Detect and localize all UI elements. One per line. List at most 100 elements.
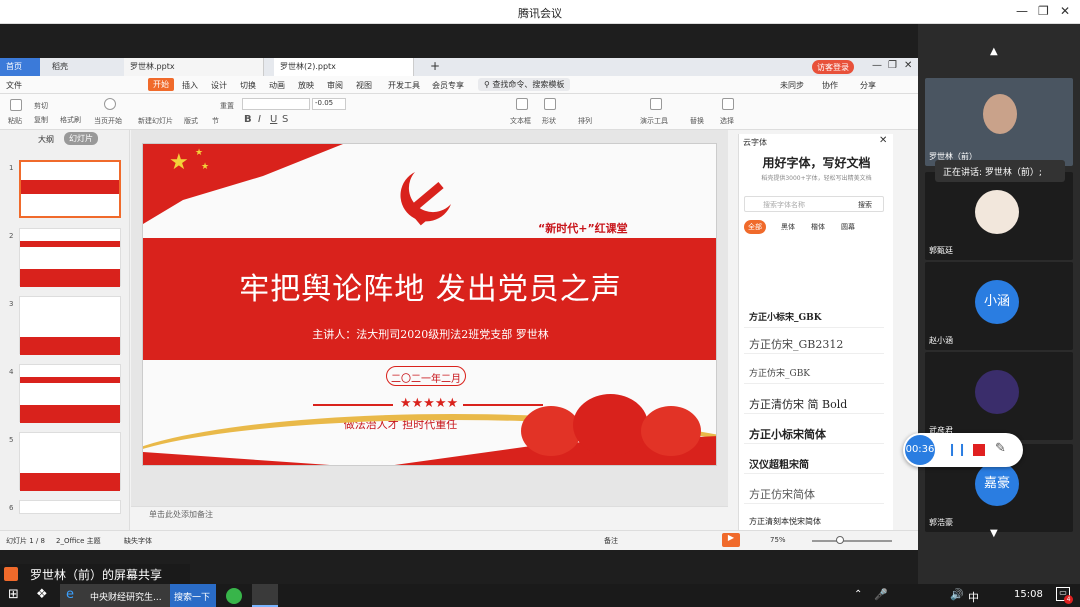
- taskbar-search[interactable]: 搜索一下: [170, 584, 216, 607]
- layout-button[interactable]: 版式: [184, 116, 198, 126]
- font-search-button[interactable]: 搜索: [858, 200, 872, 210]
- participant-tile[interactable]: 郭甄廷: [925, 172, 1073, 260]
- task-view-icon[interactable]: ❖: [36, 587, 48, 602]
- scroll-up-icon[interactable]: ▲: [990, 46, 998, 57]
- underline-icon[interactable]: U: [270, 114, 277, 125]
- font-item[interactable]: 方正仿宋_GBK: [744, 360, 884, 384]
- slide-thumbnail-2[interactable]: [19, 228, 121, 287]
- ime-indicator[interactable]: 中: [968, 589, 979, 605]
- tab-slides[interactable]: 幻灯片: [64, 132, 98, 145]
- wps-restore-icon[interactable]: ❐: [888, 60, 897, 71]
- slide-thumbnail-6[interactable]: [19, 500, 121, 514]
- menu-member[interactable]: 会员专享: [432, 80, 464, 91]
- file-menu[interactable]: 文件: [6, 80, 22, 91]
- bold-icon[interactable]: B: [244, 114, 252, 125]
- account-button[interactable]: 访客登录: [812, 60, 854, 74]
- stop-icon[interactable]: [973, 444, 985, 456]
- windows-start-icon[interactable]: ⊞: [8, 587, 19, 602]
- notes-toggle[interactable]: 备注: [604, 536, 618, 546]
- new-tab-icon[interactable]: +: [426, 58, 444, 76]
- font-search-input[interactable]: 搜索字体名称: [763, 200, 805, 210]
- volume-icon[interactable]: 🔊: [950, 588, 964, 601]
- font-panel-close-icon[interactable]: ✕: [879, 135, 887, 146]
- title-bar: 腾讯会议 — ❐ ✕: [0, 0, 1080, 24]
- filter-all[interactable]: 全部: [744, 220, 766, 234]
- scroll-down-icon[interactable]: ▼: [990, 528, 998, 539]
- shape-icon[interactable]: [544, 98, 556, 110]
- reset-button[interactable]: 重置: [220, 101, 234, 111]
- font-item[interactable]: 方正仿宋简体: [744, 480, 884, 504]
- restore-icon[interactable]: ❐: [1038, 4, 1049, 18]
- menu-view[interactable]: 视图: [356, 80, 372, 91]
- replace-button[interactable]: 替换: [690, 116, 704, 126]
- format-painter-button[interactable]: 格式刷: [60, 115, 81, 125]
- tab-doc-1[interactable]: 罗世林.pptx: [124, 58, 264, 76]
- menu-home[interactable]: 开始: [148, 78, 174, 91]
- slide-thumbnail-4[interactable]: [19, 364, 121, 423]
- menu-devtools[interactable]: 开发工具: [388, 80, 420, 91]
- section-button[interactable]: 节: [212, 116, 219, 126]
- tab-docer[interactable]: 稻壳: [46, 58, 116, 76]
- font-item[interactable]: 方正小标宋简体: [744, 420, 884, 444]
- tab-home[interactable]: 首页: [0, 58, 40, 76]
- slide-thumbnail-5[interactable]: [19, 432, 121, 491]
- pen-icon[interactable]: ✎: [995, 441, 1006, 456]
- menu-slideshow[interactable]: 放映: [298, 80, 314, 91]
- wps-minimize-icon[interactable]: —: [872, 60, 882, 71]
- filter-hei[interactable]: 黑体: [781, 222, 795, 232]
- present-tools-icon[interactable]: [650, 98, 662, 110]
- arrange-button[interactable]: 排列: [578, 116, 592, 126]
- tab-outline[interactable]: 大纲: [38, 134, 54, 145]
- tray-expand-icon[interactable]: ⌃: [854, 589, 862, 600]
- close-icon[interactable]: ✕: [1060, 4, 1070, 18]
- share-button[interactable]: 分享: [860, 80, 876, 91]
- font-item[interactable]: 方正仿宋_GB2312: [744, 330, 884, 354]
- share-banner: 罗世林（前）的屏幕共享: [0, 564, 190, 584]
- wps-close-icon[interactable]: ✕: [904, 60, 912, 71]
- cut-button[interactable]: 剪切: [34, 101, 48, 111]
- minimize-icon[interactable]: —: [1016, 4, 1028, 18]
- pause-icon[interactable]: ❙❙: [947, 442, 967, 456]
- wechat-icon[interactable]: [226, 588, 242, 604]
- font-item[interactable]: 方正清仿宋 简 Bold: [744, 390, 884, 414]
- menu-transition[interactable]: 切换: [240, 80, 256, 91]
- sync-status[interactable]: 未同步: [780, 80, 804, 91]
- play-icon[interactable]: [104, 98, 116, 110]
- font-item[interactable]: 方正小标宋_GBK: [744, 304, 884, 328]
- filter-kai[interactable]: 楷体: [811, 222, 825, 232]
- shadow-icon[interactable]: S: [282, 114, 288, 125]
- recording-bar: 00:36 ❙❙ ✎: [903, 433, 1023, 467]
- play-slideshow-icon[interactable]: ▶: [722, 533, 740, 547]
- collab-button[interactable]: 协作: [822, 80, 838, 91]
- font-name-select[interactable]: [242, 98, 310, 110]
- zoom-slider[interactable]: [812, 540, 892, 542]
- font-item[interactable]: 汉仪超粗宋简: [744, 450, 884, 474]
- notes-area[interactable]: 单击此处添加备注: [131, 506, 728, 520]
- new-slide-button[interactable]: 新建幻灯片: [138, 116, 173, 126]
- zoom-handle[interactable]: [836, 536, 844, 544]
- font-size-select[interactable]: -0.05: [312, 98, 346, 110]
- select-icon[interactable]: [722, 98, 734, 110]
- slide[interactable]: ★ ★ ★ “新时代+”红课堂 牢把舆论阵地 发出党员之声 主讲人：法大刑司20…: [142, 143, 717, 466]
- tab-doc-2[interactable]: 罗世林(2).pptx: [274, 58, 414, 76]
- mic-icon[interactable]: 🎤: [874, 588, 888, 601]
- slide-thumbnail-1[interactable]: [19, 160, 121, 218]
- menu-design[interactable]: 设计: [211, 80, 227, 91]
- participant-tile[interactable]: 小涵 赵小涵: [925, 262, 1073, 350]
- slide-thumbnail-3[interactable]: [19, 296, 121, 355]
- filter-yuan[interactable]: 圆幕: [841, 222, 855, 232]
- menu-insert[interactable]: 插入: [182, 80, 198, 91]
- italic-icon[interactable]: I: [258, 114, 261, 125]
- menu-animation[interactable]: 动画: [269, 80, 285, 91]
- textbox-icon[interactable]: [516, 98, 528, 110]
- font-search[interactable]: 搜索字体名称 搜索: [744, 196, 884, 212]
- paste-icon[interactable]: [10, 99, 22, 111]
- tencent-meeting-icon[interactable]: [252, 584, 278, 607]
- taskbar-app-ie[interactable]: e 中央财经研究生...: [60, 584, 170, 607]
- menu-review[interactable]: 审阅: [327, 80, 343, 91]
- participant-tile[interactable]: 武彦君: [925, 352, 1073, 440]
- participant-tile[interactable]: 罗世林（前）: [925, 78, 1073, 166]
- missing-font-button[interactable]: 缺失字体: [124, 536, 152, 546]
- copy-button[interactable]: 复制: [34, 115, 48, 125]
- command-search[interactable]: ⚲ 查找命令、搜索模板: [478, 78, 571, 91]
